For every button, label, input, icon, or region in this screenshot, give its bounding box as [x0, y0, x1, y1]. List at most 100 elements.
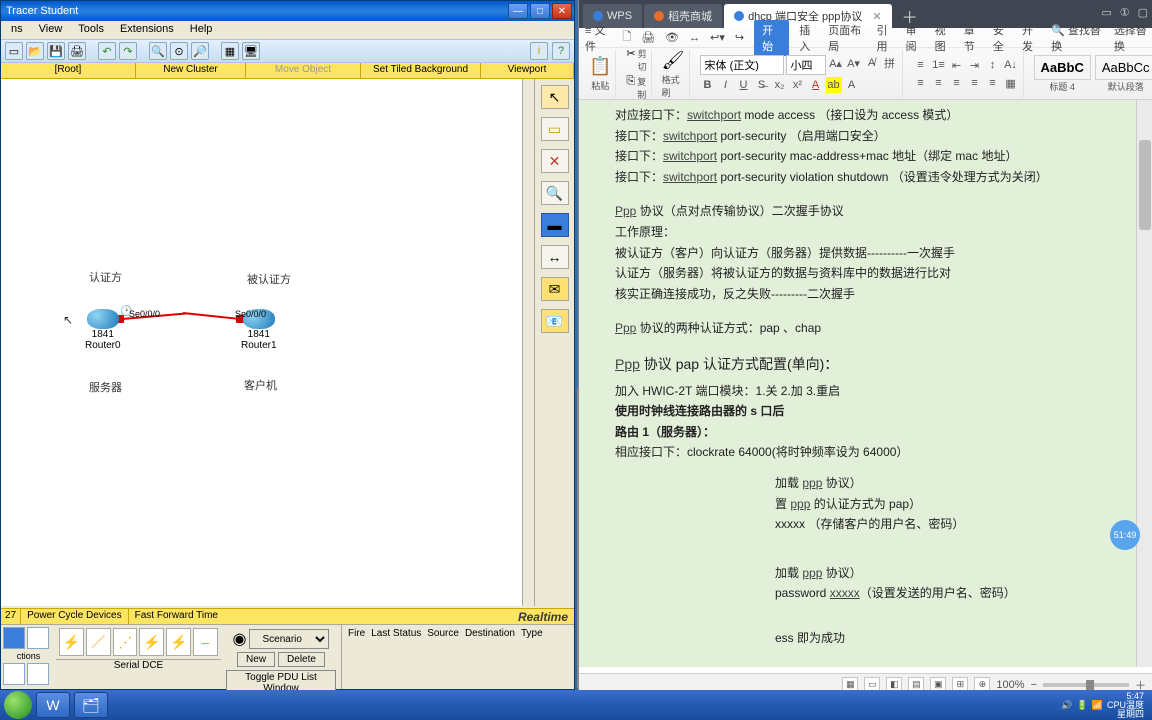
pt-scrollbar[interactable]: [522, 79, 534, 606]
sort-icon[interactable]: A↓: [1003, 57, 1019, 73]
ribbon-tab[interactable]: 章节: [964, 22, 983, 54]
sub-icon[interactable]: x₂: [772, 77, 788, 93]
justify-icon[interactable]: ≡: [967, 75, 983, 91]
copy-icon[interactable]: ⎘: [626, 75, 635, 101]
wps-sys-icon[interactable]: ▭: [1101, 6, 1111, 19]
fontcolor-icon[interactable]: A: [808, 77, 824, 93]
cut-icon[interactable]: ✂: [626, 47, 635, 73]
scenario-new-button[interactable]: New: [237, 652, 275, 667]
scroll-thumb[interactable]: [1139, 140, 1151, 230]
wps-document[interactable]: 对应接口下：switchport mode access （接口设为 acces…: [579, 100, 1152, 667]
conn-straight-icon[interactable]: ／: [86, 628, 111, 656]
linespace-icon[interactable]: ↕: [985, 57, 1001, 73]
distribute-icon[interactable]: ≡: [985, 75, 1001, 91]
paste-icon[interactable]: 📋: [589, 56, 611, 77]
indent-icon[interactable]: ⇥: [967, 57, 983, 73]
highlight-icon[interactable]: ab: [826, 77, 842, 93]
aligncenter-icon[interactable]: ≡: [931, 75, 947, 91]
ribbon-tab[interactable]: 开发: [1022, 22, 1041, 54]
pt-max-button[interactable]: □: [530, 3, 550, 19]
conn-auto-icon[interactable]: ⚡: [59, 628, 84, 656]
qa-icon[interactable]: ↔: [689, 32, 700, 44]
font-name-input[interactable]: [700, 55, 784, 75]
pt-titlebar[interactable]: Tracer Student — □ ✕: [1, 1, 574, 21]
print-icon[interactable]: 🖨: [68, 42, 86, 60]
complexpdu-tool-icon[interactable]: 📧: [541, 309, 569, 333]
help-icon[interactable]: ?: [552, 42, 570, 60]
taskbar-app[interactable]: W: [36, 692, 70, 718]
pt-menu-item[interactable]: Help: [182, 21, 221, 39]
devcat-icon[interactable]: [3, 627, 25, 649]
sup-icon[interactable]: x²: [790, 77, 806, 93]
ribbon-tab[interactable]: 插入: [799, 22, 818, 54]
timer-badge[interactable]: 51:49: [1110, 520, 1140, 550]
newcluster-button[interactable]: New Cluster: [136, 63, 246, 78]
underline-icon[interactable]: U: [736, 77, 752, 93]
moveobj-button[interactable]: Move Object: [246, 63, 361, 78]
redo-icon[interactable]: ↷: [119, 42, 137, 60]
root-button[interactable]: [Root]: [1, 63, 136, 78]
resize-tool-icon[interactable]: ↔: [541, 245, 569, 269]
scenario-select[interactable]: Scenario 0: [249, 629, 329, 649]
pt-menu-item[interactable]: View: [31, 21, 71, 39]
qa-icon[interactable]: 🗋: [622, 28, 631, 47]
fastforward-button[interactable]: Fast Forward Time: [129, 609, 224, 624]
pt-menu-item[interactable]: Tools: [70, 21, 112, 39]
new-icon[interactable]: ▭: [5, 42, 23, 60]
charborder-icon[interactable]: A: [844, 77, 860, 93]
wps-tab[interactable]: 稻壳商城: [644, 4, 722, 28]
zoomout-icon[interactable]: 🔎: [191, 42, 209, 60]
ribbon-tab[interactable]: 引用: [876, 22, 895, 54]
settiled-button[interactable]: Set Tiled Background: [361, 63, 481, 78]
italic-icon[interactable]: I: [718, 77, 734, 93]
ribbon-tab[interactable]: 页面布局: [828, 22, 866, 54]
font-size-input[interactable]: [786, 55, 826, 75]
rt-num[interactable]: 27: [1, 609, 21, 624]
qa-icon[interactable]: 👁: [665, 31, 679, 44]
col-dst[interactable]: Destination: [465, 628, 515, 686]
pt-min-button[interactable]: —: [508, 3, 528, 19]
ribbon-tab[interactable]: 视图: [935, 22, 954, 54]
wps-scrollbar[interactable]: [1136, 100, 1152, 667]
wps-sys-icon[interactable]: ①: [1120, 6, 1130, 19]
conn-cross-icon[interactable]: ⋰: [113, 628, 138, 656]
tray-icon[interactable]: 🔊: [1061, 700, 1072, 711]
style-preview[interactable]: AaBbCc: [1095, 55, 1152, 80]
tray-icon[interactable]: 📶: [1092, 700, 1103, 711]
phonetic-icon[interactable]: 拼: [882, 55, 898, 71]
shrink-font-icon[interactable]: A▾: [846, 55, 862, 71]
ribbon-tab[interactable]: 安全: [993, 22, 1012, 54]
viewport-button[interactable]: Viewport: [481, 63, 574, 78]
strike-icon[interactable]: S̶: [754, 77, 770, 93]
numbering-icon[interactable]: 1≡: [931, 57, 947, 73]
scenario-delete-button[interactable]: Delete: [278, 652, 325, 667]
draw-tool-icon[interactable]: ▬: [541, 213, 569, 237]
col-fire[interactable]: Fire: [348, 628, 365, 686]
find-button[interactable]: 🔍 查找替换: [1051, 22, 1104, 54]
qa-icon[interactable]: 🖨: [641, 31, 655, 44]
custom-icon[interactable]: 🖥: [242, 42, 260, 60]
realtime-label[interactable]: Realtime: [512, 609, 574, 624]
zoomreset-icon[interactable]: ⊙: [170, 42, 188, 60]
devcat-icon[interactable]: [27, 663, 49, 685]
start-button[interactable]: [4, 691, 32, 719]
zoom-minus-icon[interactable]: −: [1031, 679, 1037, 691]
conn-serial2-icon[interactable]: ⚡: [166, 628, 191, 656]
select-tool-icon[interactable]: ↖: [541, 85, 569, 109]
devcat-icon[interactable]: [3, 663, 25, 685]
pt-close-button[interactable]: ✕: [552, 3, 572, 19]
inspect-tool-icon[interactable]: 🔍: [541, 181, 569, 205]
taskbar-app[interactable]: 🗂: [74, 692, 108, 718]
outdent-icon[interactable]: ⇤: [949, 57, 965, 73]
conn-fiber-icon[interactable]: ⎯: [193, 628, 218, 656]
save-icon[interactable]: 💾: [47, 42, 65, 60]
formatpainter-icon[interactable]: 🖌: [662, 50, 685, 71]
palette-icon[interactable]: ▦: [221, 42, 239, 60]
pdu-tool-icon[interactable]: ✉: [541, 277, 569, 301]
zoom-value[interactable]: 100%: [996, 679, 1024, 691]
devcat-icon[interactable]: [27, 627, 49, 649]
open-icon[interactable]: 📂: [26, 42, 44, 60]
bold-icon[interactable]: B: [700, 77, 716, 93]
col-type[interactable]: Type: [521, 628, 543, 686]
grow-font-icon[interactable]: A▴: [828, 55, 844, 71]
